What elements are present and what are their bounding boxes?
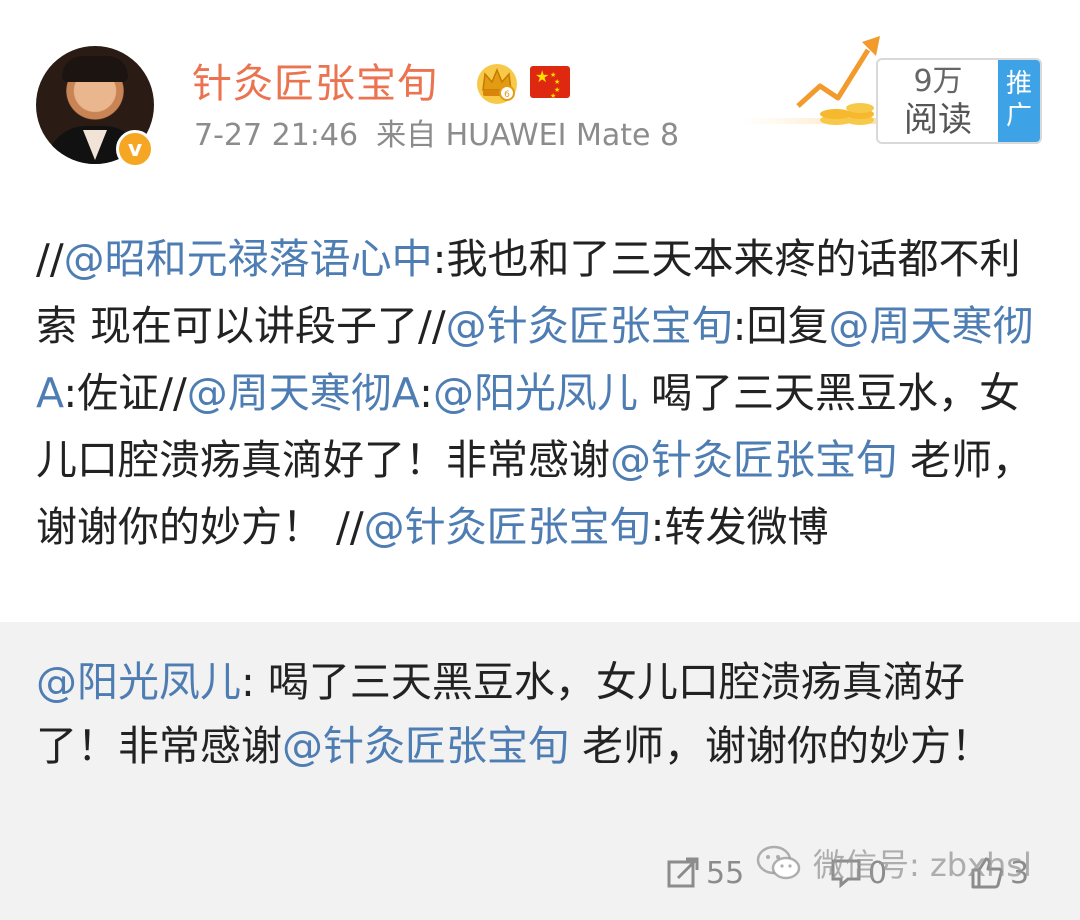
read-label: 阅读 <box>904 100 972 140</box>
post-timestamp: 7-27 21:46 <box>194 118 359 153</box>
post-text: //@昭和元禄落语心中:我也和了三天本来疼的话都不利索 现在可以讲段子了//@针… <box>36 226 1046 561</box>
wechat-icon <box>756 845 801 880</box>
post-text-segment: :回复 <box>732 302 829 350</box>
quoted-post-text: @阳光凤儿: 喝了三天黑豆水，女儿口腔溃疡真滴好了！非常感谢@针灸匠张宝旬 老师… <box>36 650 1046 778</box>
post-text-segment: :转发微博 <box>650 503 829 551</box>
mention-link[interactable]: @阳光凤儿 <box>36 658 241 706</box>
watermark-text: 微信号: zbxhsl <box>813 846 1032 884</box>
mention-link[interactable]: @昭和元禄落语心中 <box>64 235 433 283</box>
avatar-hair <box>62 56 128 82</box>
post-header: v 针灸匠张宝旬 6 ★ ★ ★ ★ ★ 7-27 21:46 来自 HUAWEI… <box>0 0 1080 190</box>
post-text-segment: // <box>36 235 64 283</box>
post-meta: 7-27 21:46 来自 HUAWEI Mate 8 <box>194 116 679 156</box>
crown-icon: 6 <box>477 64 517 104</box>
mention-link[interactable]: @针灸匠张宝旬 <box>364 503 651 551</box>
mention-link[interactable]: @针灸匠张宝旬 <box>610 436 897 484</box>
username[interactable]: 针灸匠张宝旬 <box>192 56 438 112</box>
promote-button[interactable]: 推广 <box>998 60 1040 142</box>
verified-badge-icon: v <box>116 130 154 168</box>
repost-count: 55 <box>706 855 745 891</box>
repost-icon <box>667 857 699 888</box>
mention-link[interactable]: @针灸匠张宝旬 <box>446 302 733 350</box>
repost-button[interactable]: 55 <box>666 848 744 898</box>
svg-text:6: 6 <box>504 90 510 100</box>
post-source: 来自 HUAWEI Mate 8 <box>376 118 680 153</box>
post-text-segment: :佐证// <box>63 369 187 417</box>
mention-link[interactable]: @阳光凤儿 <box>433 369 638 417</box>
mention-link[interactable]: @针灸匠张宝旬 <box>282 722 569 770</box>
china-flag-icon: ★ ★ ★ ★ ★ <box>530 66 570 100</box>
post-text-segment: : <box>419 369 433 417</box>
read-count: 9万 <box>913 64 963 99</box>
promo-growth-art <box>738 36 888 125</box>
promo-read-count[interactable]: 9万 阅读 推广 <box>876 58 1042 144</box>
quote-text-segment: 老师，谢谢你的妙方！ <box>569 722 993 770</box>
mention-link[interactable]: @周天寒彻A <box>187 369 419 417</box>
wechat-watermark: 微信号: zbxhsl <box>755 840 1032 886</box>
